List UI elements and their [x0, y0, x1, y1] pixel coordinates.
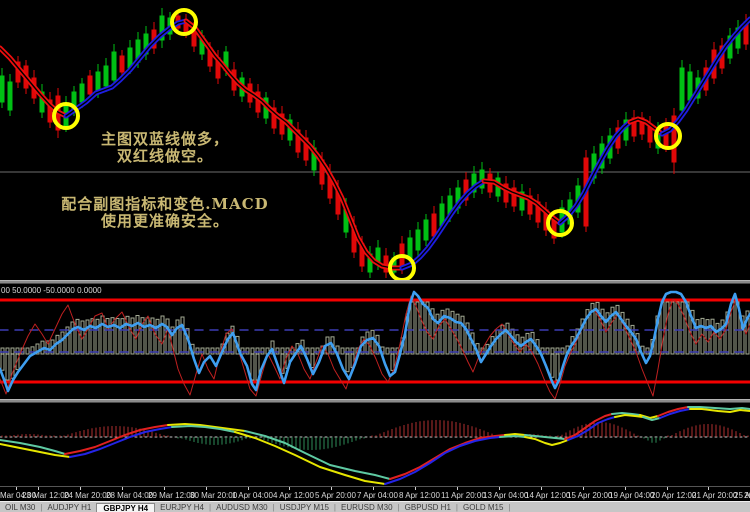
tab-item[interactable]: AUDUSD M30 — [211, 503, 273, 512]
time-tick — [708, 487, 709, 490]
time-label: 20 Apr 12:00 — [651, 491, 696, 500]
macd-canvas[interactable] — [0, 403, 750, 486]
annotation-usage-tip: 配合副图指标和变色.MACD 使用更准确安全。 — [10, 196, 320, 230]
tab-separator: | — [508, 503, 510, 512]
time-tick — [667, 487, 668, 490]
time-tick — [499, 487, 500, 490]
time-tick — [248, 487, 249, 490]
annotation-signal-rule: 主图双蓝线做多， 双红线做空。 — [40, 131, 290, 165]
oscillator-pane[interactable]: 00 50.0000 -50.0000 0.0000 — [0, 284, 750, 399]
time-tick — [415, 487, 416, 490]
time-tick — [583, 487, 584, 490]
time-label: 19 Apr 04:00 — [609, 491, 654, 500]
time-label: 5 Apr 20:00 — [315, 491, 356, 500]
time-tick — [164, 487, 165, 490]
macd-pane[interactable] — [0, 403, 750, 486]
main-chart-pane[interactable]: 主图双蓝线做多， 双红线做空。 配合副图指标和变色.MACD 使用更准确安全。 — [0, 0, 750, 280]
time-label: 15 Apr 20:00 — [567, 491, 612, 500]
time-tick — [206, 487, 207, 490]
time-tick — [122, 487, 123, 490]
tab-item[interactable]: EURJPY H4 — [155, 503, 209, 512]
chart-tab-bar[interactable]: OIL M30|AUDJPY H1GBPJPY H4EURJPY H4|AUDU… — [0, 501, 750, 512]
time-axis[interactable]: Mar 04:0023 Mar 12:0024 Mar 20:0028 Mar … — [0, 486, 750, 502]
time-tick — [457, 487, 458, 490]
time-tick — [331, 487, 332, 490]
tab-item-active[interactable]: GBPJPY H4 — [96, 503, 155, 512]
tab-item[interactable]: GBPUSD H1 — [400, 503, 456, 512]
tab-item[interactable]: EURUSD M30 — [336, 503, 398, 512]
time-label: 30 Mar 20:00 — [190, 491, 237, 500]
oscillator-canvas[interactable] — [0, 284, 750, 399]
time-label: 7 Apr 04:00 — [357, 491, 398, 500]
time-tick — [80, 487, 81, 490]
time-tick — [16, 487, 17, 490]
time-label: 8 Apr 12:00 — [399, 491, 440, 500]
tab-item[interactable]: USDJPY M15 — [275, 503, 334, 512]
time-label: 28 Mar 04:00 — [106, 491, 153, 500]
annotation-line-1: 主图双蓝线做多， — [40, 131, 290, 148]
annotation-line-4: 使用更准确安全。 — [10, 213, 320, 230]
time-label: 11 Apr 20:00 — [441, 491, 486, 500]
time-tick — [625, 487, 626, 490]
tab-item[interactable]: AUDJPY H1 — [42, 503, 96, 512]
time-label: 26 Ap — [744, 491, 750, 500]
tab-item[interactable]: GOLD M15 — [458, 503, 508, 512]
time-tick — [289, 487, 290, 490]
time-label: 4 Apr 12:00 — [273, 491, 314, 500]
time-tick — [38, 487, 39, 490]
time-tick — [373, 487, 374, 490]
tab-item[interactable]: OIL M30 — [0, 503, 40, 512]
trading-terminal: 主图双蓝线做多， 双红线做空。 配合副图指标和变色.MACD 使用更准确安全。 … — [0, 0, 750, 512]
time-label: 24 Mar 20:00 — [64, 491, 111, 500]
annotation-line-3: 配合副图指标和变色.MACD — [10, 196, 320, 213]
time-tick — [541, 487, 542, 490]
time-label: 23 Mar 12:00 — [22, 491, 69, 500]
time-label: 1 Apr 04:00 — [232, 491, 273, 500]
time-label: 13 Apr 04:00 — [483, 491, 528, 500]
oscillator-values-label: 00 50.0000 -50.0000 0.0000 — [1, 286, 102, 295]
time-label: 14 Apr 12:00 — [525, 491, 570, 500]
time-label: 29 Mar 12:00 — [148, 491, 195, 500]
time-label: 21 Apr 20:00 — [692, 491, 737, 500]
annotation-line-2: 双红线做空。 — [40, 148, 290, 165]
